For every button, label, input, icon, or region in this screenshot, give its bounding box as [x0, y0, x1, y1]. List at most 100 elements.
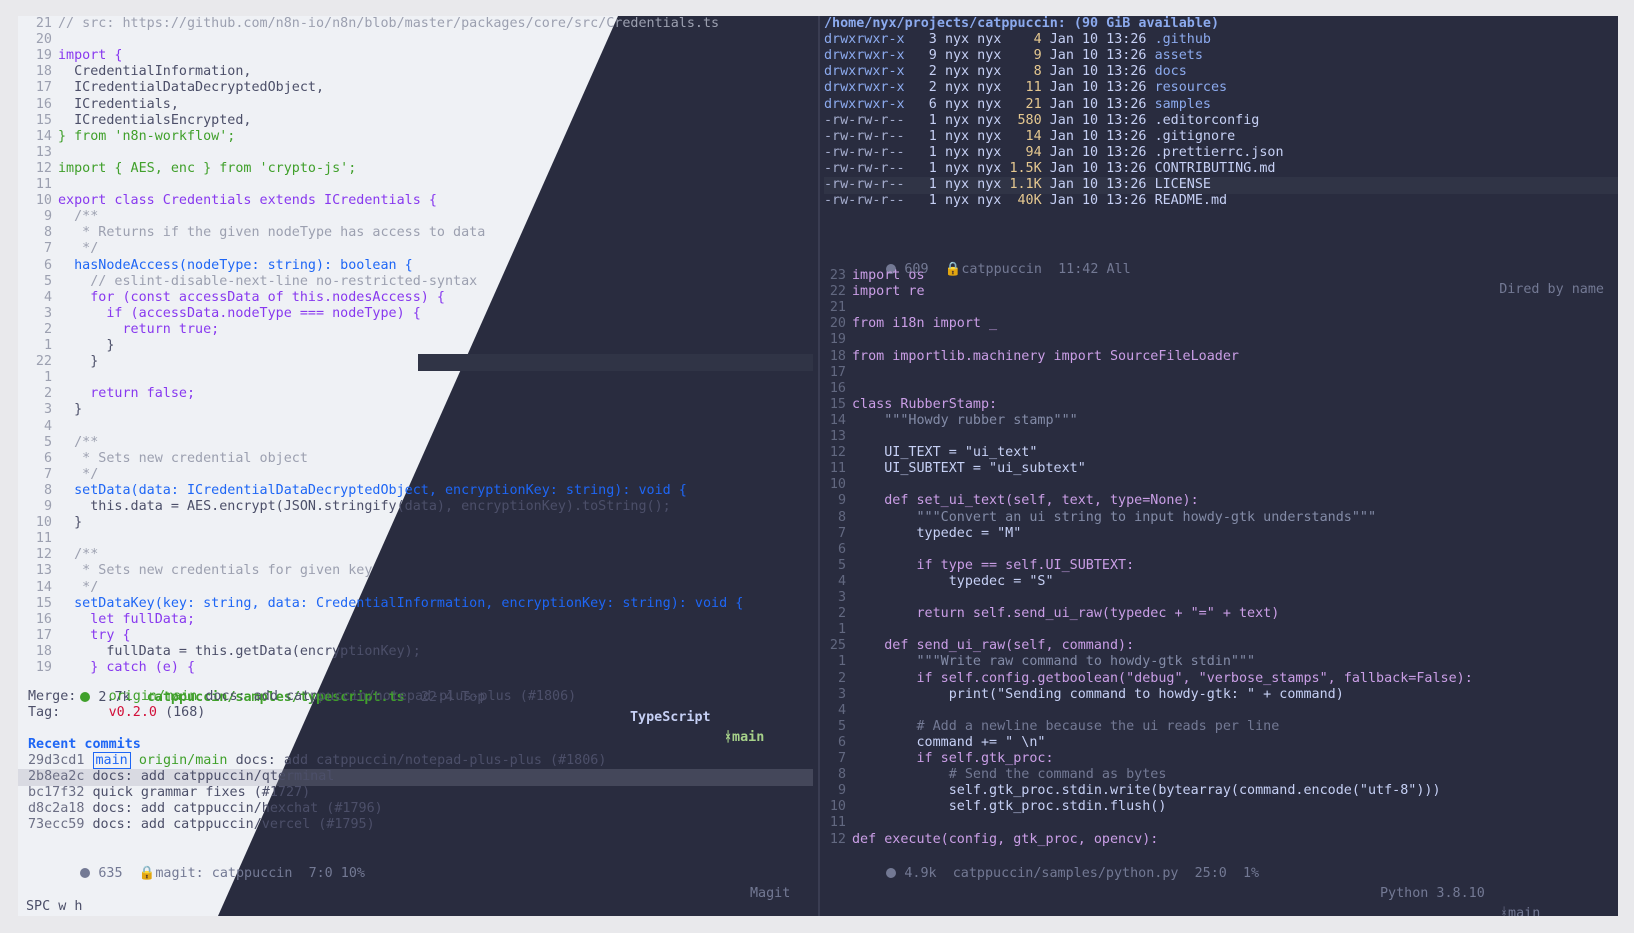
tag-ref[interactable]: v0.2.0 [109, 705, 157, 720]
code-line[interactable]: 22 } [18, 354, 813, 371]
code-line[interactable]: 13 [824, 429, 1618, 446]
code-line[interactable]: 18 fullData = this.getData(encryptionKey… [18, 644, 813, 661]
dired-filename[interactable]: docs [1155, 64, 1187, 79]
code-line[interactable]: 5 // eslint-disable-next-line no-restric… [18, 274, 813, 291]
commit-hash[interactable]: 2b8ea2c [28, 769, 84, 784]
code-line[interactable]: 7 */ [18, 467, 813, 484]
code-line[interactable]: 17 try { [18, 628, 813, 645]
dired-entry[interactable]: -rw-rw-r-- 1 nyx nyx 580 Jan 10 13:26 .e… [824, 113, 1618, 130]
dired-filename[interactable]: assets [1155, 48, 1203, 63]
code-line[interactable]: 1 [18, 370, 813, 387]
code-line[interactable]: 8 * Returns if the given nodeType has ac… [18, 225, 813, 242]
commit-hash[interactable]: d8c2a18 [28, 801, 84, 816]
code-line[interactable]: 3 if (accessData.nodeType === nodeType) … [18, 306, 813, 323]
code-line[interactable]: 9 self.gtk_proc.stdin.write(bytearray(co… [824, 783, 1618, 800]
code-line[interactable]: 2 if self.config.getboolean("debug", "ve… [824, 671, 1618, 688]
code-line[interactable]: 5 # Add a newline because the ui reads p… [824, 719, 1618, 736]
code-line[interactable]: 21 // src: https://github.com/n8n-io/n8n/… [18, 16, 813, 33]
code-line[interactable]: 14} from 'n8n-workflow'; [18, 129, 813, 146]
dired-filename[interactable]: LICENSE [1155, 177, 1211, 192]
code-line[interactable]: 4 typedec = "S" [824, 574, 1618, 591]
code-line[interactable]: 9 /** [18, 209, 813, 226]
dired-filename[interactable]: resources [1155, 80, 1228, 95]
commit-row[interactable]: 2b8ea2c docs: add catppuccin/qterminal [18, 769, 813, 786]
code-line[interactable]: 1 """Write raw command to howdy-gtk stdi… [824, 654, 1618, 671]
code-line[interactable]: 7 typedec = "M" [824, 526, 1618, 543]
code-line[interactable]: 5 if type == self.UI_SUBTEXT: [824, 558, 1618, 575]
dired-entry[interactable]: -rw-rw-r-- 1 nyx nyx 14 Jan 10 13:26 .gi… [824, 129, 1618, 146]
code-line[interactable]: 11 [824, 815, 1618, 832]
code-line[interactable]: 1 [824, 622, 1618, 639]
code-line[interactable]: 11 [18, 177, 813, 194]
code-line[interactable]: 2 return self.send_ui_raw(typedec + "=" … [824, 606, 1618, 623]
recent-commits-title[interactable]: Recent commits [28, 737, 813, 754]
dired-filename[interactable]: samples [1155, 97, 1211, 112]
code-line[interactable]: 10 export class Credentials extends ICred… [18, 193, 813, 210]
code-line[interactable]: 8 # Send the command as bytes [824, 767, 1618, 784]
code-line[interactable]: 15 ICredentialsEncrypted, [18, 113, 813, 130]
code-line[interactable]: 15 setDataKey(key: string, data: Credent… [18, 596, 813, 613]
code-line[interactable]: 12 /** [18, 547, 813, 564]
dired-filename[interactable]: .github [1155, 32, 1211, 47]
code-line[interactable]: 20 [18, 32, 813, 49]
code-line[interactable]: 14 */ [18, 580, 813, 597]
commit-row[interactable]: bc17f32 quick grammar fixes (#1727) [28, 785, 813, 802]
code-line[interactable]: 10 } [18, 515, 813, 532]
code-line[interactable]: 17 ICredentialDataDecryptedObject, [18, 80, 813, 97]
code-line[interactable]: 2 return true; [18, 322, 813, 339]
dired-entry[interactable]: drwxrwxr-x 6 nyx nyx 21 Jan 10 13:26 sam… [824, 97, 1618, 114]
code-line[interactable]: 16 let fullData; [18, 612, 813, 629]
code-line[interactable]: 11 [18, 531, 813, 548]
right-windows[interactable]: /home/nyx/projects/catppuccin: (90 GiB a… [824, 16, 1618, 916]
commit-hash[interactable]: bc17f32 [28, 785, 84, 800]
code-line[interactable]: 17 [824, 365, 1618, 382]
code-line[interactable]: 6 [824, 542, 1618, 559]
code-line[interactable]: 12 UI_TEXT = "ui_text" [824, 445, 1618, 462]
commit-hash[interactable]: 73ecc59 [28, 817, 84, 832]
code-line[interactable]: 20 from i18n import _ [824, 316, 1618, 333]
code-line[interactable]: 19 [824, 332, 1618, 349]
code-line[interactable]: 9 def set_ui_text(self, text, type=None)… [824, 493, 1618, 510]
dired-entry[interactable]: -rw-rw-r-- 1 nyx nyx 40K Jan 10 13:26 RE… [824, 193, 1618, 210]
code-line[interactable]: 9 this.data = AES.encrypt(JSON.stringify… [18, 499, 813, 516]
code-line[interactable]: 23 import os [824, 268, 1618, 285]
dired-filename[interactable]: CONTRIBUTING.md [1155, 161, 1276, 176]
code-line[interactable]: 15 class RubberStamp: [824, 397, 1618, 414]
code-line[interactable]: 6 * Sets new credential object [18, 451, 813, 468]
code-line[interactable]: 16 ICredentials, [18, 97, 813, 114]
commit-hash[interactable]: 29d3cd1 [28, 753, 84, 768]
code-line[interactable]: 3 print("Sending command to howdy-gtk: "… [824, 687, 1618, 704]
code-line[interactable]: 10 self.gtk_proc.stdin.flush() [824, 799, 1618, 816]
code-line[interactable]: 6 command += " \n" [824, 735, 1618, 752]
dired-filename[interactable]: .editorconfig [1155, 113, 1260, 128]
code-line[interactable]: 14 """Howdy rubber stamp""" [824, 413, 1618, 430]
code-line[interactable]: 8 """Convert an ui string to input howdy… [824, 510, 1618, 527]
dired-filename[interactable]: README.md [1155, 193, 1228, 208]
code-line[interactable]: 25 def send_ui_raw(self, command): [824, 638, 1618, 655]
code-line[interactable]: 13 * Sets new credentials for given key [18, 563, 813, 580]
dired-entry[interactable]: drwxrwxr-x 2 nyx nyx 8 Jan 10 13:26 docs [824, 64, 1618, 81]
typescript-window[interactable]: 21// src: https://github.com/n8n-io/n8n/… [18, 16, 813, 916]
code-line[interactable]: 22 import re [824, 284, 1618, 301]
merge-ref[interactable]: origin/main [109, 689, 198, 704]
code-line[interactable]: 13 [18, 145, 813, 162]
commit-row[interactable]: 73ecc59 docs: add catppuccin/vercel (#17… [28, 817, 813, 834]
commit-row[interactable]: d8c2a18 docs: add catppuccin/hexchat (#1… [28, 801, 813, 818]
dired-filename[interactable]: .gitignore [1155, 129, 1236, 144]
code-line[interactable]: 18 CredentialInformation, [18, 64, 813, 81]
code-line[interactable]: 6 hasNodeAccess(nodeType: string): boole… [18, 258, 813, 275]
window-divider[interactable] [818, 16, 820, 916]
commit-row[interactable]: 29d3cd1 main origin/main docs: add catpp… [28, 752, 813, 770]
dired-entry[interactable]: drwxrwxr-x 2 nyx nyx 11 Jan 10 13:26 res… [824, 80, 1618, 97]
code-line[interactable]: 4 for (const accessData of this.nodesAcc… [18, 290, 813, 307]
code-line[interactable]: 16 [824, 381, 1618, 398]
dired-filename[interactable]: .prettierrc.json [1155, 145, 1284, 160]
code-line[interactable]: 8 setData(data: ICredentialDataDecrypted… [18, 483, 813, 500]
dired-entry[interactable]: -rw-rw-r-- 1 nyx nyx 1.1K Jan 10 13:26 L… [824, 177, 1618, 194]
code-line[interactable]: 2 return false; [18, 386, 813, 403]
dired-entry[interactable]: drwxrwxr-x 9 nyx nyx 9 Jan 10 13:26 asse… [824, 48, 1618, 65]
dired-entry[interactable]: -rw-rw-r-- 1 nyx nyx 94 Jan 10 13:26 .pr… [824, 145, 1618, 162]
code-line[interactable]: 12 import { AES, enc } from 'crypto-js'; [18, 161, 813, 178]
code-line[interactable]: 4 [18, 419, 813, 436]
dired-entry[interactable]: -rw-rw-r-- 1 nyx nyx 1.5K Jan 10 13:26 C… [824, 161, 1618, 178]
